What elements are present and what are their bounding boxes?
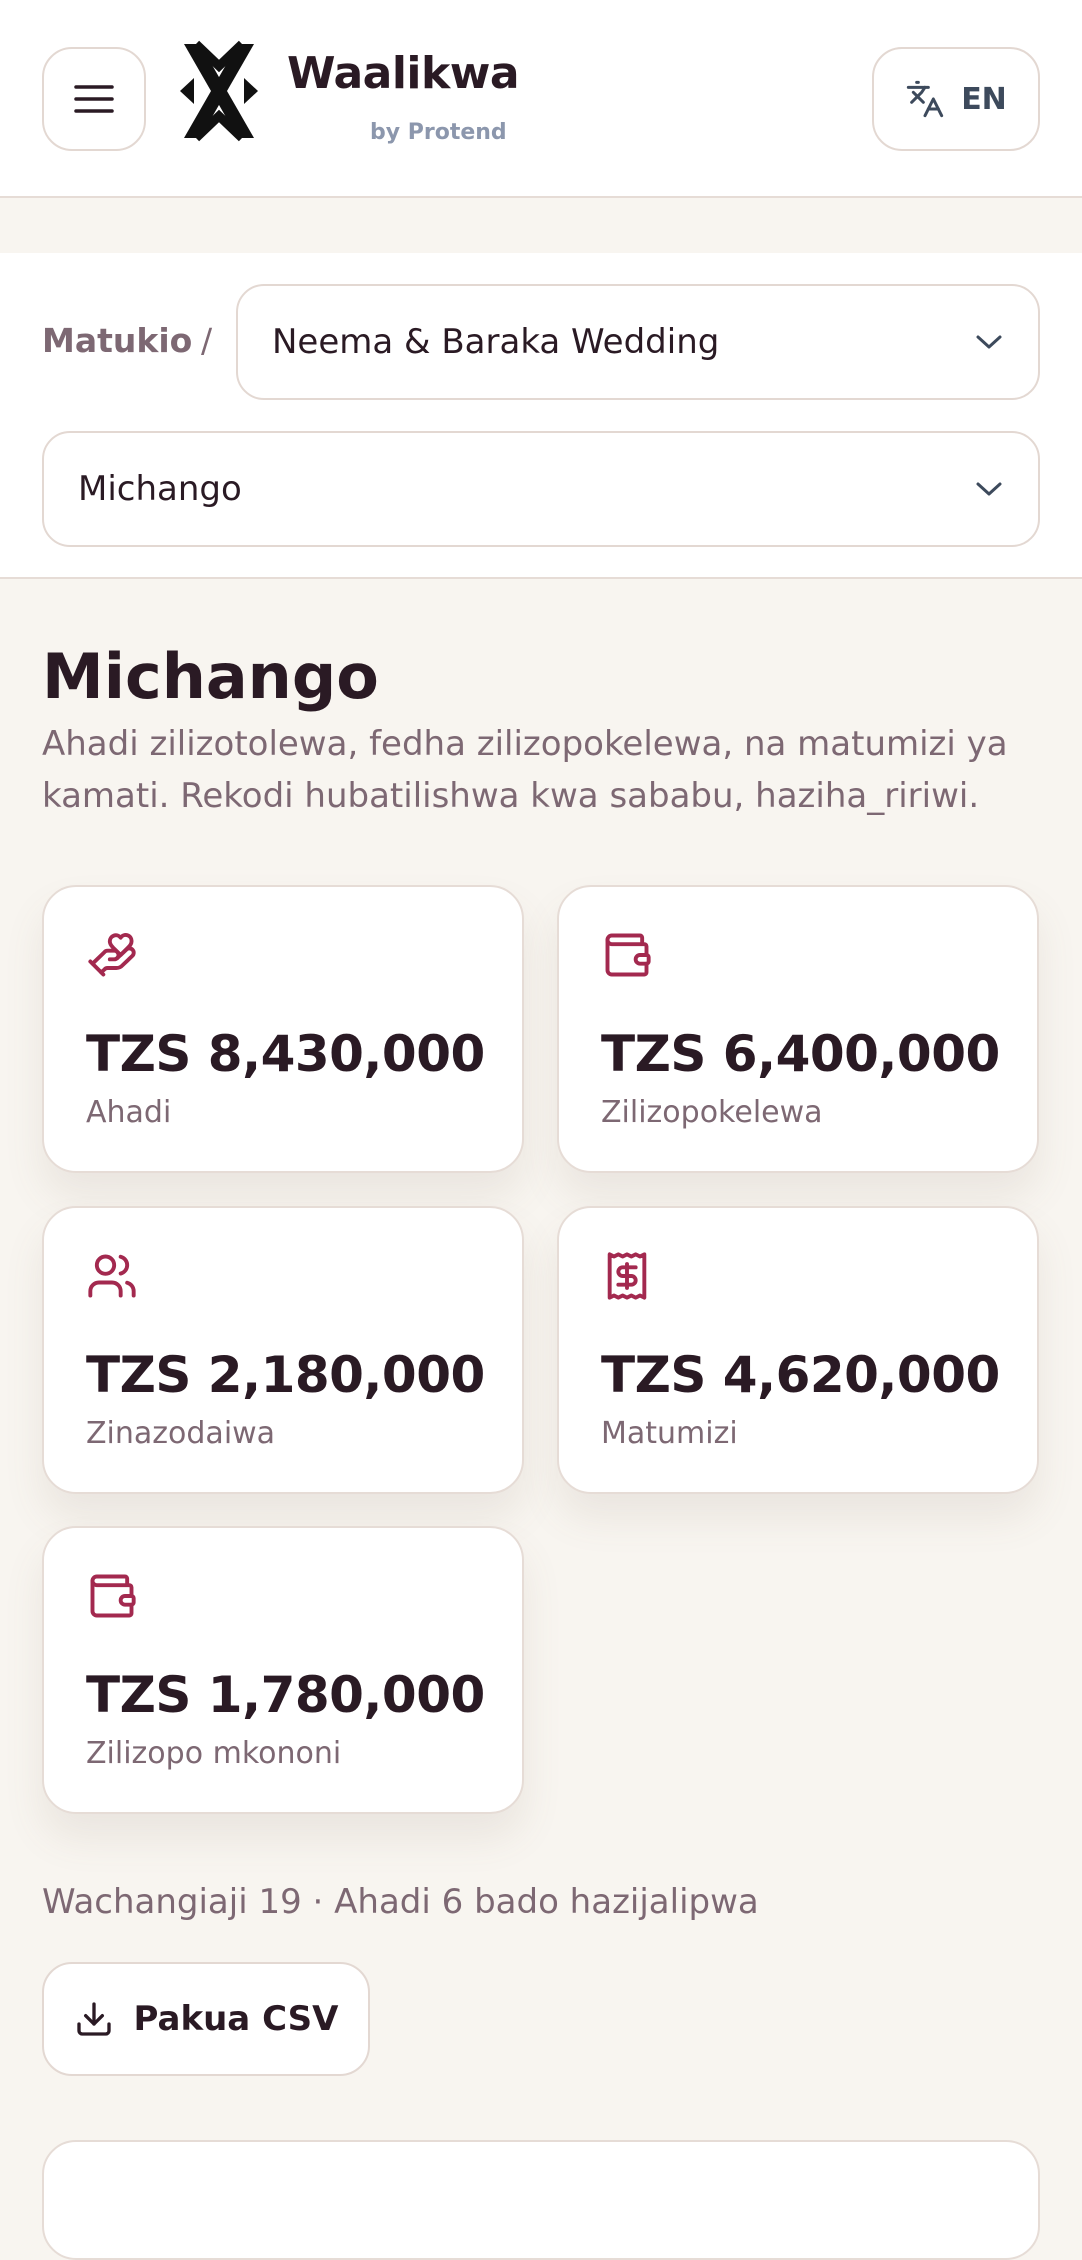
stat-label: Matumizi xyxy=(601,1416,738,1451)
wallet-icon xyxy=(90,1574,136,1618)
stat-card-pledges: TZS 8,430,000 Ahadi xyxy=(42,885,524,1173)
stat-amount: TZS 1,780,000 xyxy=(86,1666,485,1724)
section-select[interactable]: Michango xyxy=(42,431,1040,547)
event-select-value: Neema & Baraka Wedding xyxy=(272,322,720,362)
stat-card-expenses: TZS 4,620,000 Matumizi xyxy=(557,1206,1039,1494)
download-csv-button[interactable]: Pakua CSV xyxy=(42,1962,370,2076)
stat-label: Ahadi xyxy=(86,1095,172,1130)
menu-button[interactable] xyxy=(42,47,146,151)
section-select-value: Michango xyxy=(78,469,242,509)
language-label: EN xyxy=(961,81,1007,117)
stat-amount: TZS 4,620,000 xyxy=(601,1346,1000,1404)
hamburger-menu-icon xyxy=(74,85,114,113)
brand-name: Waalikwa xyxy=(287,48,520,99)
download-icon xyxy=(76,2002,111,2036)
chevron-down-icon xyxy=(976,335,1002,349)
stat-label: Zinazodaiwa xyxy=(86,1416,276,1451)
breadcrumb-events[interactable]: Matukio xyxy=(42,321,192,360)
waalikwa-logo[interactable] xyxy=(176,38,262,144)
event-navigation: Matukio / Neema & Baraka Wedding Michang… xyxy=(0,253,1082,579)
download-csv-label: Pakua CSV xyxy=(133,1999,339,2039)
stat-label: Zilizopo mkononi xyxy=(86,1736,342,1771)
stat-amount: TZS 2,180,000 xyxy=(86,1346,485,1404)
receipt-icon xyxy=(607,1252,647,1300)
stat-card-received: TZS 6,400,000 Zilizopokelewa xyxy=(557,885,1039,1173)
stat-amount: TZS 6,400,000 xyxy=(601,1025,1000,1083)
brand-subtitle: by Protend xyxy=(370,120,507,145)
page-description: Ahadi zilizotolewa, fedha zilizopokelewa… xyxy=(42,724,1008,816)
wallet-icon xyxy=(605,933,651,977)
stat-card-on-hand: TZS 1,780,000 Zilizopo mkononi xyxy=(42,1526,524,1814)
breadcrumb-separator: / xyxy=(201,321,213,360)
page-title: Michango xyxy=(42,640,379,713)
chevron-down-icon xyxy=(976,482,1002,496)
event-select[interactable]: Neema & Baraka Wedding xyxy=(236,284,1040,400)
hand-pledge-icon xyxy=(88,933,136,977)
content-card xyxy=(42,2140,1040,2260)
app-header: Waalikwa by Protend EN xyxy=(0,0,1082,198)
contributors-summary: Wachangiaji 19 · Ahadi 6 bado hazijalipw… xyxy=(42,1882,759,1922)
language-button[interactable]: EN xyxy=(872,47,1040,151)
users-icon xyxy=(88,1254,136,1298)
stat-card-outstanding: TZS 2,180,000 Zinazodaiwa xyxy=(42,1206,524,1494)
stat-amount: TZS 8,430,000 xyxy=(86,1025,485,1083)
translate-icon xyxy=(907,80,944,118)
stat-label: Zilizopokelewa xyxy=(601,1095,823,1130)
